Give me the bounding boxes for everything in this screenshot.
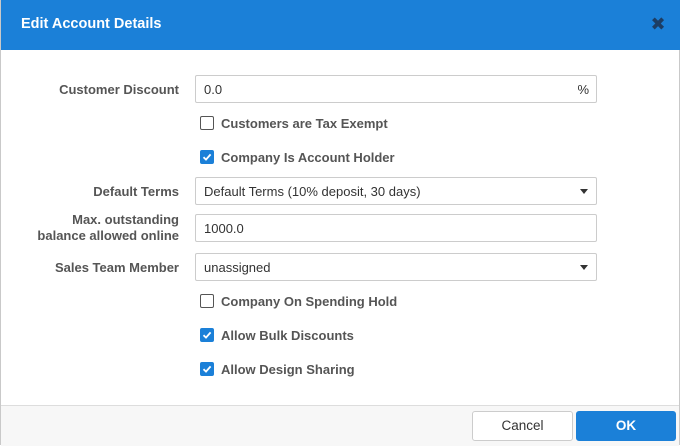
design-sharing-checkbox[interactable] (200, 362, 214, 376)
max-balance-label-line1: Max. outstanding (72, 212, 179, 227)
customer-discount-label: Customer Discount (59, 82, 179, 97)
account-holder-checkbox[interactable] (200, 150, 214, 164)
sales-team-label: Sales Team Member (54, 260, 179, 275)
default-terms-label: Default Terms (93, 184, 179, 199)
close-icon[interactable]: ✖ (649, 13, 667, 35)
percent-suffix: % (577, 82, 589, 97)
ok-button[interactable]: OK (576, 411, 676, 441)
default-terms-value: Default Terms (10% deposit, 30 days) (204, 184, 421, 199)
max-balance-label: Max. outstanding balance allowed online (37, 212, 179, 244)
checkmark-icon (202, 153, 212, 161)
max-balance-label-line2: balance allowed online (37, 228, 179, 243)
dialog-footer: Cancel OK (1, 405, 679, 446)
customer-discount-input[interactable]: 0.0 % (195, 75, 597, 103)
spending-hold-checkbox[interactable] (200, 294, 214, 308)
tax-exempt-label: Customers are Tax Exempt (221, 116, 388, 131)
edit-account-dialog: Edit Account Details ✖ Customer Discount… (0, 0, 680, 446)
checkmark-icon (202, 331, 212, 339)
dialog-header: Edit Account Details ✖ (1, 0, 680, 50)
chevron-down-icon (580, 189, 588, 194)
sales-team-value: unassigned (204, 260, 271, 275)
default-terms-select[interactable]: Default Terms (10% deposit, 30 days) (195, 177, 597, 205)
cancel-button[interactable]: Cancel (472, 411, 573, 441)
spending-hold-label: Company On Spending Hold (221, 294, 398, 309)
account-holder-label: Company Is Account Holder (221, 150, 395, 165)
checkmark-icon (202, 365, 212, 373)
bulk-discounts-checkbox[interactable] (200, 328, 214, 342)
bulk-discounts-label: Allow Bulk Discounts (221, 328, 354, 343)
dialog-title: Edit Account Details (21, 16, 162, 32)
design-sharing-label: Allow Design Sharing (221, 362, 355, 377)
max-balance-input[interactable]: 1000.0 (195, 214, 597, 242)
customer-discount-value: 0.0 (204, 82, 223, 97)
tax-exempt-checkbox[interactable] (200, 116, 214, 130)
chevron-down-icon (580, 265, 588, 270)
sales-team-select[interactable]: unassigned (195, 253, 597, 281)
max-balance-value: 1000.0 (204, 221, 244, 236)
